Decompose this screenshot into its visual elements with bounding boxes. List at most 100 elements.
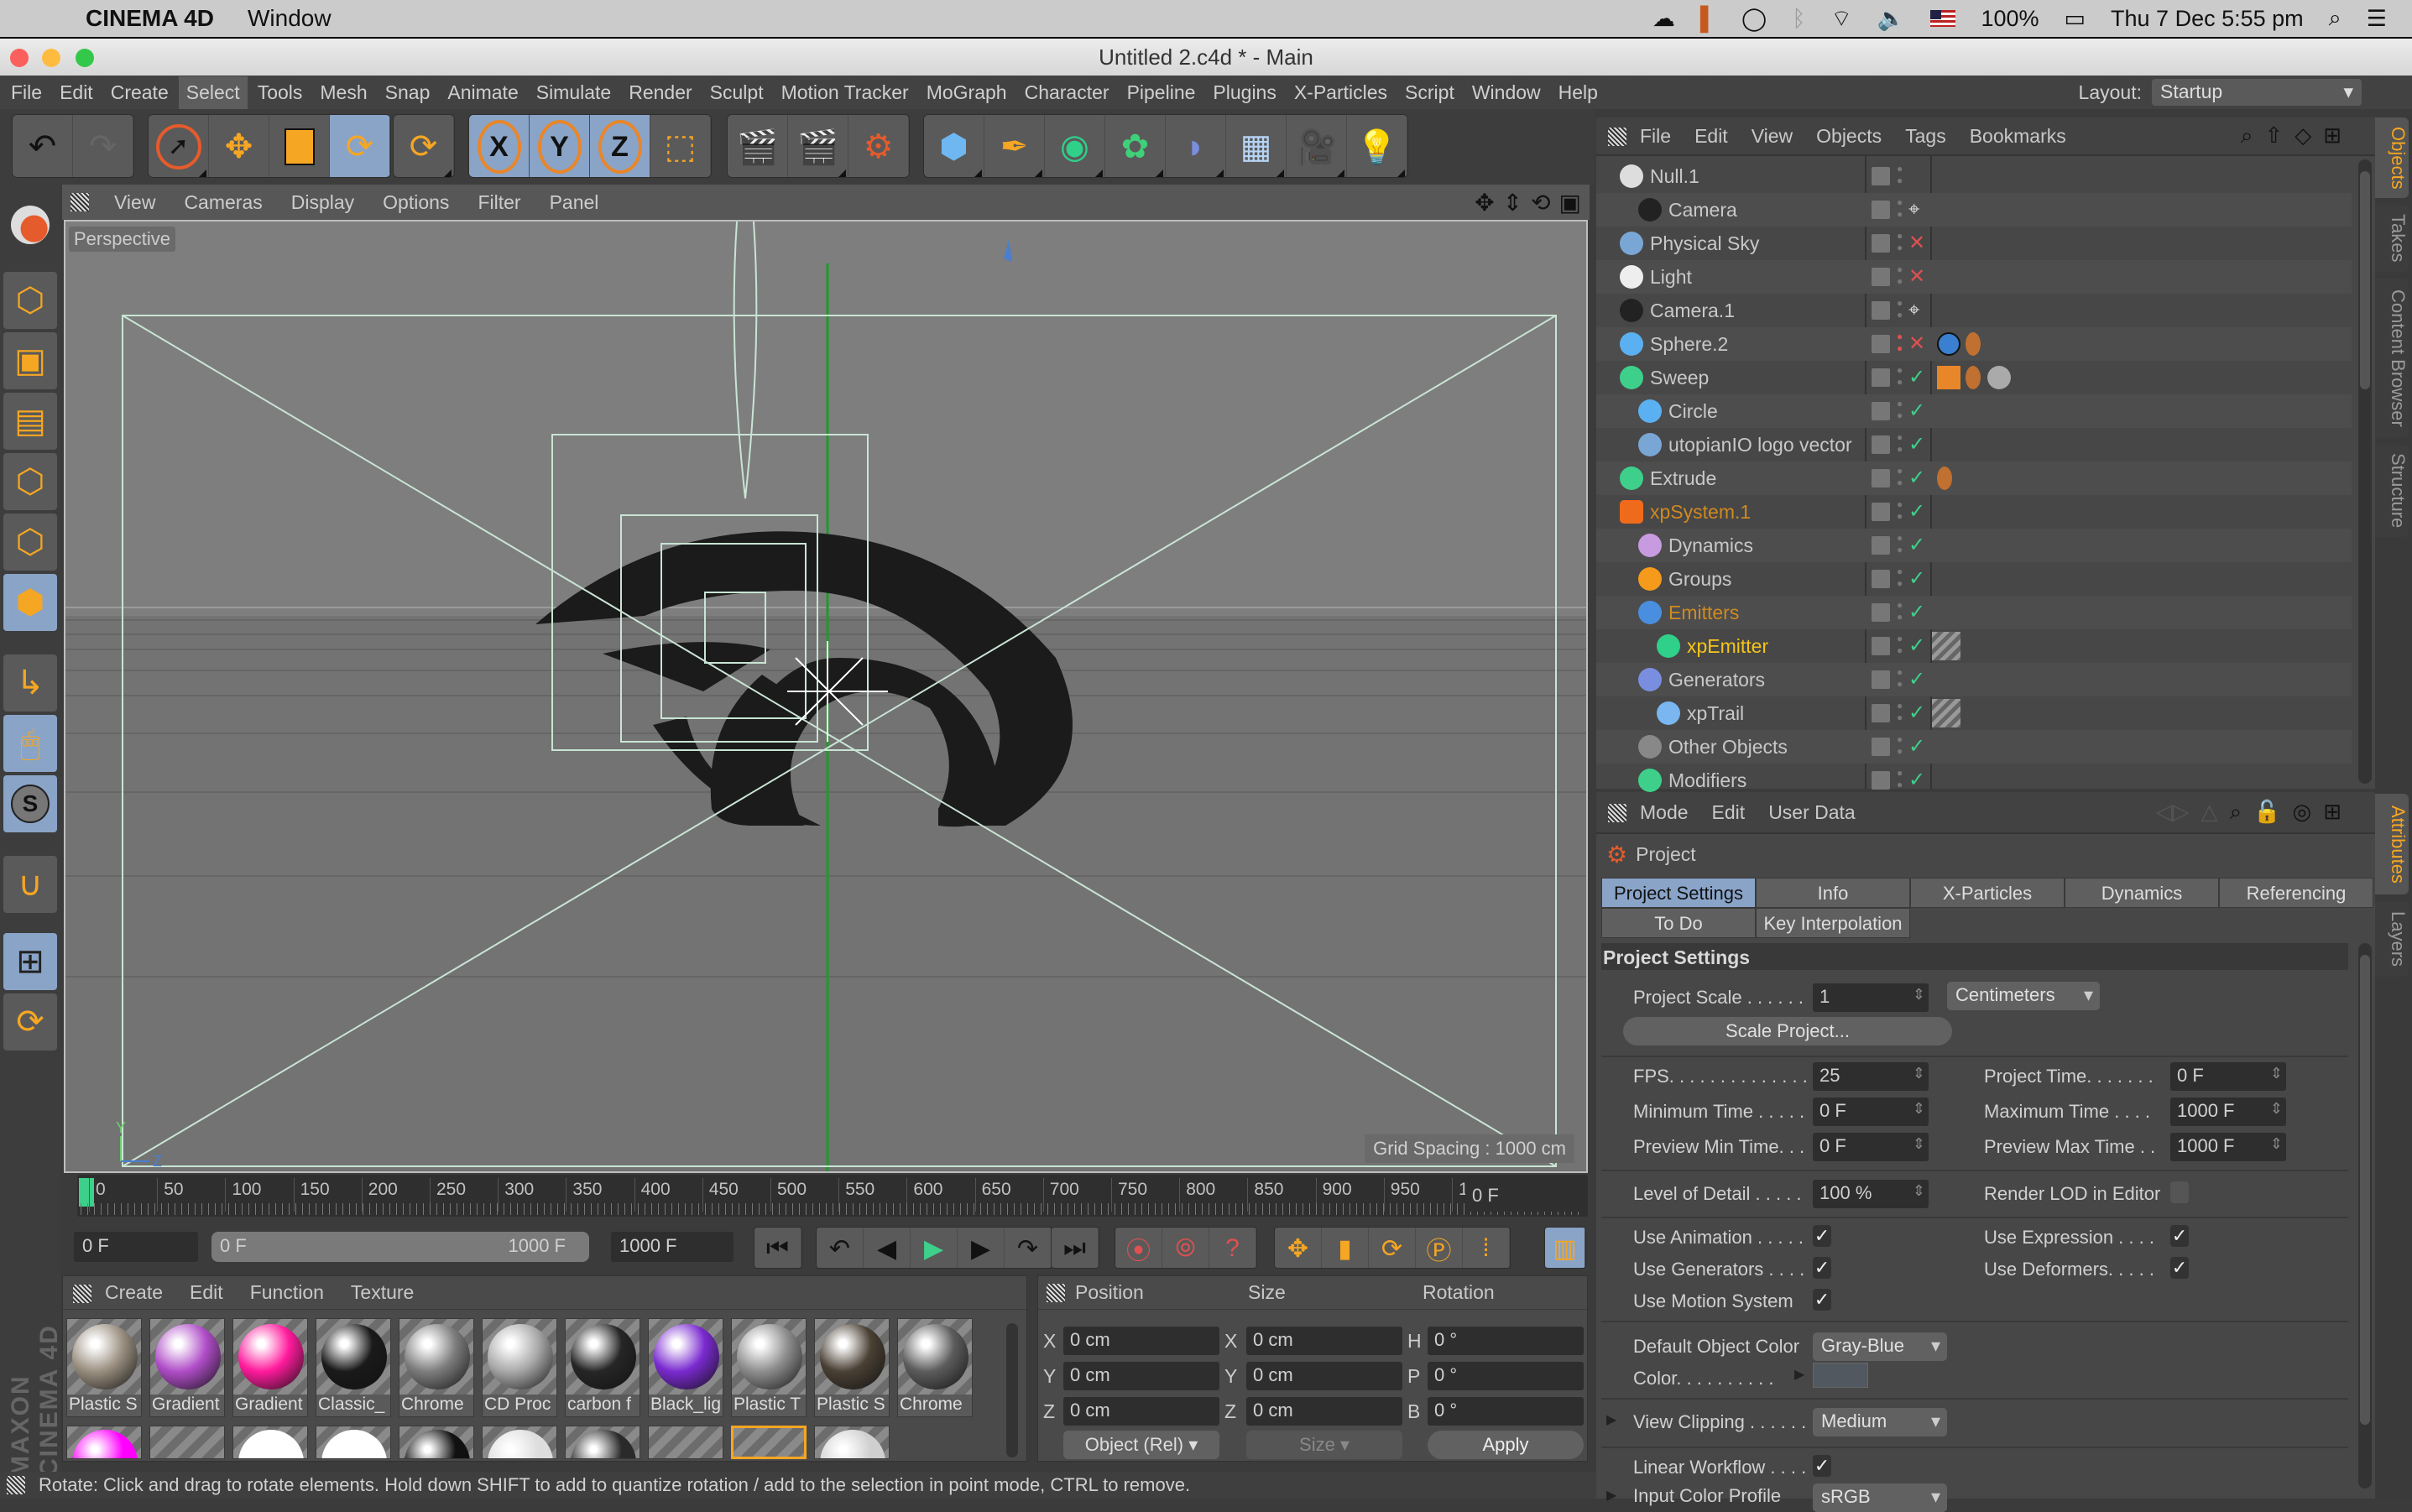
objmgr-grip-icon[interactable] bbox=[1608, 128, 1626, 146]
tab-key-interpolation[interactable]: Key Interpolation bbox=[1756, 908, 1910, 938]
tab-attributes[interactable]: Attributes bbox=[2375, 794, 2409, 894]
material-swatch[interactable] bbox=[149, 1426, 225, 1459]
material-swatch[interactable]: CD Proc bbox=[482, 1318, 557, 1417]
start-frame-field[interactable]: 0 F bbox=[74, 1232, 198, 1262]
menu-mograph[interactable]: MoGraph bbox=[919, 76, 1015, 109]
apply-button[interactable]: Apply bbox=[1428, 1431, 1584, 1459]
layer-visibility-icon[interactable] bbox=[1872, 201, 1890, 219]
editor-render-dots[interactable]: ● ● bbox=[1897, 633, 1903, 656]
editor-render-dots[interactable]: ● ● bbox=[1897, 230, 1903, 253]
menu-character[interactable]: Character bbox=[1017, 76, 1117, 109]
editor-render-dots[interactable]: ● ● bbox=[1897, 599, 1903, 623]
editor-render-dots[interactable]: ● ● bbox=[1897, 364, 1903, 388]
camera-target-icon[interactable]: ⌖ bbox=[1908, 294, 1920, 327]
y-axis-icon[interactable]: Y bbox=[530, 115, 590, 177]
object-row[interactable]: Dynamics ● ● ✓ bbox=[1596, 529, 2352, 562]
tab-referencing[interactable]: Referencing bbox=[2219, 878, 2373, 908]
enabled-check-icon[interactable]: ✓ bbox=[1908, 730, 1925, 764]
attribute-scrollbar[interactable] bbox=[2358, 943, 2372, 1489]
editor-render-dots[interactable]: ● ● bbox=[1897, 196, 1903, 220]
project-time-field[interactable]: 0 F bbox=[2170, 1062, 2286, 1091]
layout-dropdown[interactable]: Startup ▾ bbox=[2152, 79, 2362, 106]
size-x-field[interactable]: 0 cm bbox=[1246, 1327, 1402, 1355]
viewport-orbit-icon[interactable]: ⟲ bbox=[1531, 189, 1550, 216]
material-swatch[interactable]: Chrome bbox=[399, 1318, 474, 1417]
layer-visibility-icon[interactable] bbox=[1872, 234, 1890, 253]
menu-render[interactable]: Render bbox=[621, 76, 699, 109]
layer-visibility-icon[interactable] bbox=[1872, 603, 1890, 622]
enabled-check-icon[interactable]: ✓ bbox=[1908, 696, 1925, 730]
minimize-window-button[interactable] bbox=[42, 49, 60, 67]
wifi-icon[interactable]: ⌔ bbox=[1830, 4, 1851, 33]
object-row[interactable]: xpTrail ● ● ✓ bbox=[1596, 696, 2352, 730]
disabled-x-icon[interactable]: ✕ bbox=[1908, 227, 1925, 260]
tab-x-particles[interactable]: X-Particles bbox=[1910, 878, 2065, 908]
editor-render-dots[interactable]: ● ● bbox=[1897, 498, 1903, 522]
viewport-zoom-icon[interactable]: ⇕ bbox=[1503, 189, 1522, 216]
minimum-time-field[interactable]: 0 F bbox=[1813, 1098, 1929, 1126]
viewport-menu-panel[interactable]: Panel bbox=[550, 191, 599, 214]
editor-render-dots[interactable]: ● ● bbox=[1897, 666, 1903, 690]
material-swatch[interactable] bbox=[731, 1426, 807, 1459]
menu-sculpt[interactable]: Sculpt bbox=[702, 76, 771, 109]
viewport-camera-label[interactable]: Perspective bbox=[69, 227, 175, 252]
points-mode-icon[interactable]: ⬡ bbox=[3, 453, 57, 510]
enabled-check-icon[interactable]: ✓ bbox=[1908, 495, 1925, 529]
notification-center-icon[interactable]: ☰ bbox=[2367, 6, 2387, 32]
object-scrollbar-thumb[interactable] bbox=[2360, 171, 2370, 389]
editor-render-dots[interactable]: ● ● bbox=[1897, 263, 1903, 287]
battery-icon[interactable]: ▭ bbox=[2065, 6, 2086, 32]
timeline-ruler[interactable]: 0 50 100 150 200 250 300 350 400 450 500 550 600 650 7… bbox=[77, 1175, 1588, 1217]
disabled-x-icon[interactable]: ✕ bbox=[1908, 327, 1925, 361]
layer-visibility-icon[interactable] bbox=[1872, 503, 1890, 521]
new-panel-icon[interactable]: ⊞ bbox=[2323, 799, 2342, 826]
level-of-detail-field[interactable]: 100 % bbox=[1813, 1180, 1929, 1208]
size-y-field[interactable]: 0 cm bbox=[1246, 1362, 1402, 1390]
light-icon[interactable]: 💡 bbox=[1347, 115, 1407, 177]
attr-menu-mode[interactable]: Mode bbox=[1640, 801, 1689, 824]
object-scrollbar[interactable] bbox=[2358, 159, 2372, 784]
objmgr-menu-tags[interactable]: Tags bbox=[1905, 125, 1946, 148]
preview-min-time-field[interactable]: 0 F bbox=[1813, 1133, 1929, 1161]
lock-icon[interactable]: 🔓 bbox=[2253, 799, 2280, 826]
filter-icon[interactable]: ◇ bbox=[2295, 123, 2311, 149]
material-swatch[interactable] bbox=[648, 1426, 723, 1459]
tab-info[interactable]: Info bbox=[1756, 878, 1910, 908]
new-panel-icon[interactable]: ⊞ bbox=[2323, 123, 2342, 149]
back-forward-icon[interactable]: ◁▷ bbox=[2156, 799, 2190, 826]
rotation-h-field[interactable]: 0 ° bbox=[1428, 1327, 1584, 1355]
polygons-mode-icon[interactable]: ⬢ bbox=[3, 574, 57, 631]
deformer-icon[interactable]: ◗ bbox=[1166, 115, 1226, 177]
rotation-p-field[interactable]: 0 ° bbox=[1428, 1362, 1584, 1390]
enabled-check-icon[interactable]: ✓ bbox=[1908, 394, 1925, 428]
go-to-end-icon[interactable]: ⏭ bbox=[1052, 1228, 1099, 1268]
object-row[interactable]: Generators ● ● ✓ bbox=[1596, 663, 2352, 696]
previous-frame-icon[interactable]: ◀ bbox=[864, 1228, 911, 1268]
workplane-align-icon[interactable]: ⟳ bbox=[3, 993, 57, 1051]
render-view-icon[interactable]: 🎬 bbox=[728, 115, 788, 177]
layer-visibility-icon[interactable] bbox=[1872, 536, 1890, 555]
viewport-menu-view[interactable]: View bbox=[114, 191, 155, 214]
size-mode-dropdown[interactable]: Size ▾ bbox=[1246, 1431, 1402, 1459]
axis-mode-icon[interactable]: ↳ bbox=[3, 654, 57, 712]
objmgr-menu-view[interactable]: View bbox=[1752, 125, 1793, 148]
editor-render-dots[interactable]: ● ● bbox=[1897, 566, 1903, 589]
spotlight-icon[interactable]: ⌕ bbox=[2329, 5, 2342, 32]
texture-tag-icon[interactable] bbox=[1987, 366, 2011, 389]
layer-visibility-icon[interactable] bbox=[1872, 368, 1890, 387]
material-swatch[interactable]: carbon f bbox=[565, 1318, 640, 1417]
material-swatch[interactable] bbox=[316, 1426, 391, 1459]
editor-render-dots[interactable]: ● ● bbox=[1897, 398, 1903, 421]
window-menu[interactable]: Window bbox=[248, 5, 332, 32]
material-swatch[interactable] bbox=[232, 1426, 308, 1459]
material-swatch[interactable]: Black_lig bbox=[648, 1318, 723, 1417]
object-row[interactable]: xpEmitter ● ● ✓ bbox=[1596, 629, 2352, 663]
enabled-check-icon[interactable]: ✓ bbox=[1908, 596, 1925, 629]
menu-create[interactable]: Create bbox=[103, 76, 176, 109]
project-scale-field[interactable]: 1 bbox=[1813, 983, 1929, 1012]
tab-content-browser[interactable]: Content Browser bbox=[2375, 279, 2409, 438]
tab-to-do[interactable]: To Do bbox=[1601, 908, 1756, 938]
keyframe-selection-icon[interactable]: ? bbox=[1209, 1228, 1256, 1268]
clock[interactable]: Thu 7 Dec 5:55 pm bbox=[2111, 6, 2304, 32]
workplane-mode-icon[interactable]: ▤ bbox=[3, 393, 57, 450]
